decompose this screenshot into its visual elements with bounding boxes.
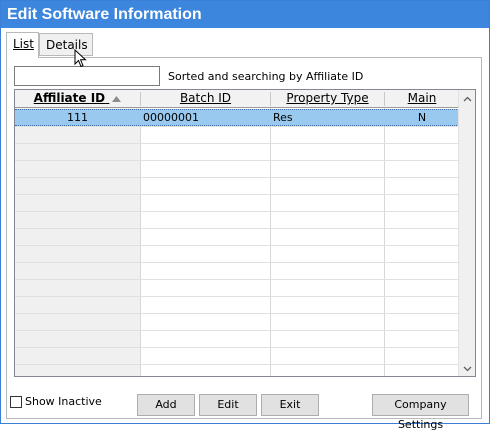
grid-hline bbox=[15, 211, 459, 212]
chevron-down-icon bbox=[463, 362, 472, 375]
tab-list[interactable]: List bbox=[6, 32, 39, 58]
company-settings-button[interactable]: Company Settings bbox=[372, 394, 469, 431]
grid-hline bbox=[15, 347, 459, 348]
grid-vline bbox=[140, 90, 141, 376]
grid-header: Affiliate ID Batch ID Property Type Main bbox=[15, 90, 459, 108]
first-column-background bbox=[15, 108, 140, 376]
column-header-main[interactable]: Main bbox=[385, 90, 459, 107]
edit-button[interactable]: Edit bbox=[199, 394, 257, 416]
grid-hline bbox=[15, 160, 459, 161]
grid-hline bbox=[15, 126, 459, 127]
grid-vline bbox=[270, 90, 271, 376]
show-inactive-label: Show Inactive bbox=[25, 395, 102, 408]
company-settings-button-label: Company Settings bbox=[394, 398, 447, 431]
cell-main[interactable]: N bbox=[385, 109, 459, 126]
show-inactive-option[interactable]: Show Inactive bbox=[10, 395, 102, 408]
grid-hline bbox=[15, 364, 459, 365]
grid-hline bbox=[15, 194, 459, 195]
cell-property-type[interactable]: Res bbox=[273, 109, 383, 126]
exit-button-label: Exit bbox=[279, 398, 301, 411]
vertical-scrollbar[interactable] bbox=[458, 90, 475, 376]
grid-hline bbox=[15, 245, 459, 246]
show-inactive-checkbox[interactable] bbox=[10, 395, 22, 408]
edit-button-label: Edit bbox=[217, 398, 239, 411]
scroll-up-button[interactable] bbox=[459, 90, 475, 106]
grid-hline bbox=[15, 313, 459, 314]
grid-hline bbox=[15, 262, 459, 263]
column-header-batch-id[interactable]: Batch ID bbox=[141, 90, 270, 107]
grid-hline bbox=[15, 177, 459, 178]
chevron-up-icon bbox=[463, 92, 472, 105]
window-title: Edit Software Information bbox=[1, 1, 489, 28]
software-grid[interactable]: Affiliate ID Batch ID Property Type Main… bbox=[14, 89, 476, 377]
grid-hline bbox=[15, 296, 459, 297]
grid-hline bbox=[15, 143, 459, 144]
tab-list-label: List bbox=[13, 37, 34, 51]
cell-batch-id[interactable]: 00000001 bbox=[143, 109, 268, 126]
grid-hline bbox=[15, 279, 459, 280]
exit-button[interactable]: Exit bbox=[261, 394, 319, 416]
tab-list-label-text: List bbox=[13, 37, 34, 51]
grid-hline bbox=[15, 330, 459, 331]
scroll-down-button[interactable] bbox=[459, 360, 475, 376]
grid-vline bbox=[384, 90, 385, 376]
sort-hint-label: Sorted and searching by Affiliate ID bbox=[168, 70, 364, 83]
sort-ascending-icon bbox=[112, 90, 122, 107]
grid-hline bbox=[15, 228, 459, 229]
add-button-label: Add bbox=[155, 398, 177, 411]
add-button[interactable]: Add bbox=[137, 394, 195, 416]
cell-affiliate-id[interactable]: 111 bbox=[15, 109, 140, 126]
column-header-affiliate-id-label: Affiliate ID bbox=[33, 91, 106, 105]
search-input[interactable] bbox=[14, 66, 160, 86]
column-header-affiliate-id[interactable]: Affiliate ID bbox=[15, 90, 140, 107]
mouse-pointer-icon bbox=[74, 48, 87, 71]
column-header-property-type[interactable]: Property Type bbox=[271, 90, 384, 107]
